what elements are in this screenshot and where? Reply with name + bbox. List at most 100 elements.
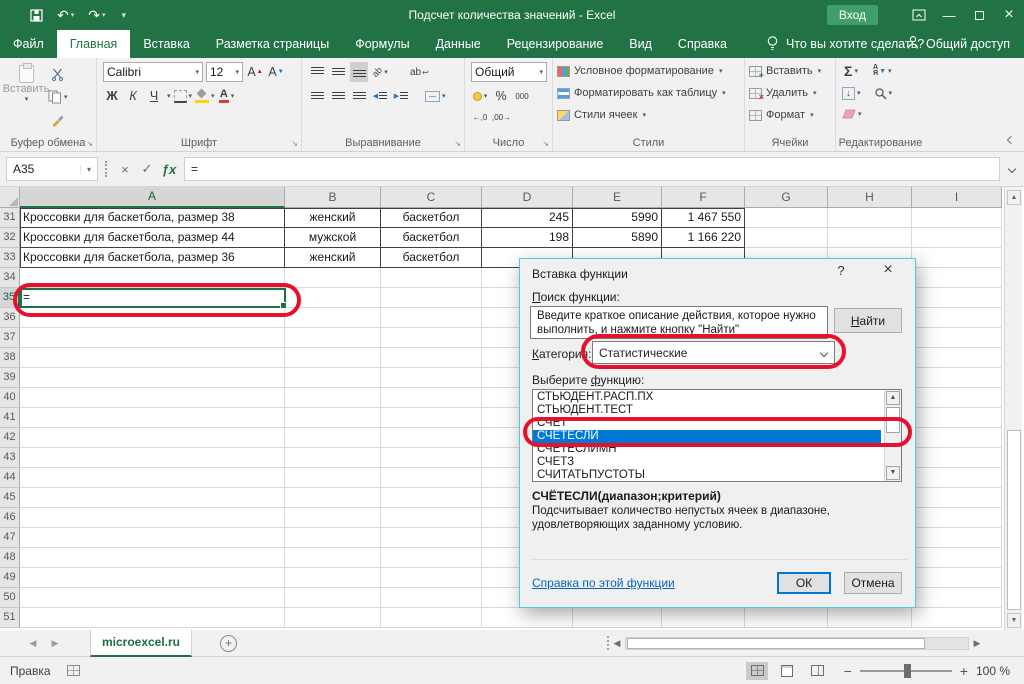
cell-E31[interactable]: 5990 — [573, 208, 662, 228]
column-header-A[interactable]: A — [20, 187, 285, 208]
wrap-text-button[interactable]: ab↩ — [410, 62, 429, 82]
cell-D31[interactable]: 245 — [482, 208, 573, 228]
cell-F51[interactable] — [662, 608, 745, 628]
number-dialog-launcher[interactable]: ↘ — [542, 139, 549, 148]
cut-icon[interactable] — [48, 64, 68, 84]
cell-C47[interactable] — [381, 528, 482, 548]
cell-A47[interactable] — [20, 528, 285, 548]
name-box-dropdown-icon[interactable]: ▾ — [80, 165, 97, 174]
column-header-F[interactable]: F — [662, 187, 745, 208]
fill-color-button[interactable]: ▾ — [195, 86, 215, 106]
cell-I45[interactable] — [912, 488, 1002, 508]
borders-button[interactable]: ▾ — [174, 86, 193, 106]
column-header-I[interactable]: I — [912, 187, 1002, 208]
row-header-40[interactable]: 40 — [0, 388, 20, 408]
row-header-31[interactable]: 31 — [0, 208, 20, 228]
cell-B35[interactable] — [285, 288, 381, 308]
cell-H32[interactable] — [828, 228, 912, 248]
shrink-font-button[interactable]: А▼ — [267, 62, 285, 82]
cell-A31[interactable]: Кроссовки для баскетбола, размер 38 — [20, 208, 285, 228]
font-dialog-launcher[interactable]: ↘ — [291, 139, 298, 148]
zoom-slider[interactable] — [860, 670, 952, 672]
grow-font-button[interactable]: А▲ — [246, 62, 264, 82]
new-sheet-button[interactable]: + — [220, 635, 237, 652]
function-item-СЧЁТЗ[interactable]: СЧЁТЗ — [533, 456, 881, 469]
menu-tab-5[interactable]: Данные — [423, 30, 494, 58]
column-header-B[interactable]: B — [285, 187, 381, 208]
cell-I41[interactable] — [912, 408, 1002, 428]
row-header-37[interactable]: 37 — [0, 328, 20, 348]
cell-C48[interactable] — [381, 548, 482, 568]
align-left-button[interactable] — [308, 86, 326, 106]
function-item-СТЬЮДЕНТ.ТЕСТ[interactable]: СТЬЮДЕНТ.ТЕСТ — [533, 404, 881, 417]
ok-button[interactable]: ОК — [777, 572, 831, 594]
ribbon-display-options-icon[interactable] — [904, 0, 934, 30]
row-header-45[interactable]: 45 — [0, 488, 20, 508]
row-header-47[interactable]: 47 — [0, 528, 20, 548]
number-format-combo[interactable]: Общий▾ — [471, 62, 547, 82]
cell-C35[interactable] — [381, 288, 482, 308]
column-header-C[interactable]: C — [381, 187, 482, 208]
redo-icon[interactable]: ↷▾ — [88, 7, 105, 24]
normal-view-button[interactable] — [746, 662, 768, 680]
next-sheet-icon[interactable]: ▶ — [44, 638, 66, 649]
conditional-formatting-button[interactable]: Условное форматирование▾ — [557, 60, 741, 82]
share-button[interactable]: Общий доступ — [906, 30, 1010, 58]
cell-I36[interactable] — [912, 308, 1002, 328]
cell-A37[interactable] — [20, 328, 285, 348]
page-layout-view-button[interactable] — [776, 662, 798, 680]
horizontal-scroll-thumb[interactable] — [627, 638, 925, 649]
cell-I43[interactable] — [912, 448, 1002, 468]
cell-styles-button[interactable]: Стили ячеек▾ — [557, 104, 741, 126]
align-center-button[interactable] — [329, 86, 347, 106]
find-button[interactable]: Найти — [834, 308, 902, 333]
sort-filter-button[interactable]: АЯ▼▾ — [873, 61, 892, 81]
zoom-in-button[interactable]: + — [960, 663, 968, 679]
cell-I42[interactable] — [912, 428, 1002, 448]
delete-cells-button[interactable]: ×Удалить▾ — [749, 82, 832, 104]
zoom-out-button[interactable]: − — [844, 663, 852, 679]
cell-A34[interactable] — [20, 268, 285, 288]
row-header-46[interactable]: 46 — [0, 508, 20, 528]
row-header-39[interactable]: 39 — [0, 368, 20, 388]
cell-G51[interactable] — [745, 608, 828, 628]
orientation-button[interactable]: ab▾ — [371, 62, 389, 82]
menu-tab-4[interactable]: Формулы — [342, 30, 422, 58]
comma-style-button[interactable]: 000 — [513, 86, 531, 106]
cell-A35[interactable]: = — [20, 288, 285, 308]
cell-C36[interactable] — [381, 308, 482, 328]
cell-I40[interactable] — [912, 388, 1002, 408]
cell-F32[interactable]: 1 166 220 — [662, 228, 745, 248]
expand-formula-bar-icon[interactable] — [1002, 157, 1022, 181]
clear-button[interactable]: ▾ — [842, 104, 862, 124]
cell-C51[interactable] — [381, 608, 482, 628]
cell-A42[interactable] — [20, 428, 285, 448]
fill-button[interactable]: ↓▾ — [842, 83, 861, 103]
cell-H51[interactable] — [828, 608, 912, 628]
list-scroll-down-icon[interactable]: ▼ — [886, 466, 900, 480]
cell-I31[interactable] — [912, 208, 1002, 228]
bold-button[interactable]: Ж — [103, 86, 121, 106]
cell-A50[interactable] — [20, 588, 285, 608]
dialog-help-icon[interactable]: ? — [829, 263, 853, 283]
customize-qat-icon[interactable]: ▾ — [120, 10, 127, 21]
cell-H31[interactable] — [828, 208, 912, 228]
cell-C44[interactable] — [381, 468, 482, 488]
row-header-43[interactable]: 43 — [0, 448, 20, 468]
cell-C38[interactable] — [381, 348, 482, 368]
save-icon[interactable] — [30, 9, 43, 22]
cell-I50[interactable] — [912, 588, 1002, 608]
decrease-decimal-button[interactable]: ,00→ — [492, 107, 511, 127]
menu-tab-7[interactable]: Вид — [616, 30, 665, 58]
cell-E32[interactable]: 5890 — [573, 228, 662, 248]
cell-F31[interactable]: 1 467 550 — [662, 208, 745, 228]
cell-I34[interactable] — [912, 268, 1002, 288]
zoom-slider-thumb[interactable] — [904, 664, 911, 678]
dialog-close-icon[interactable]: × — [875, 261, 901, 283]
search-function-input[interactable]: Введите краткое описание действия, котор… — [530, 306, 828, 339]
function-item-СЧЁТЕСЛИМН[interactable]: СЧЁТЕСЛИМН — [533, 443, 881, 456]
cell-C37[interactable] — [381, 328, 482, 348]
cell-C40[interactable] — [381, 388, 482, 408]
insert-function-button[interactable]: ƒx — [158, 157, 180, 181]
cell-C50[interactable] — [381, 588, 482, 608]
